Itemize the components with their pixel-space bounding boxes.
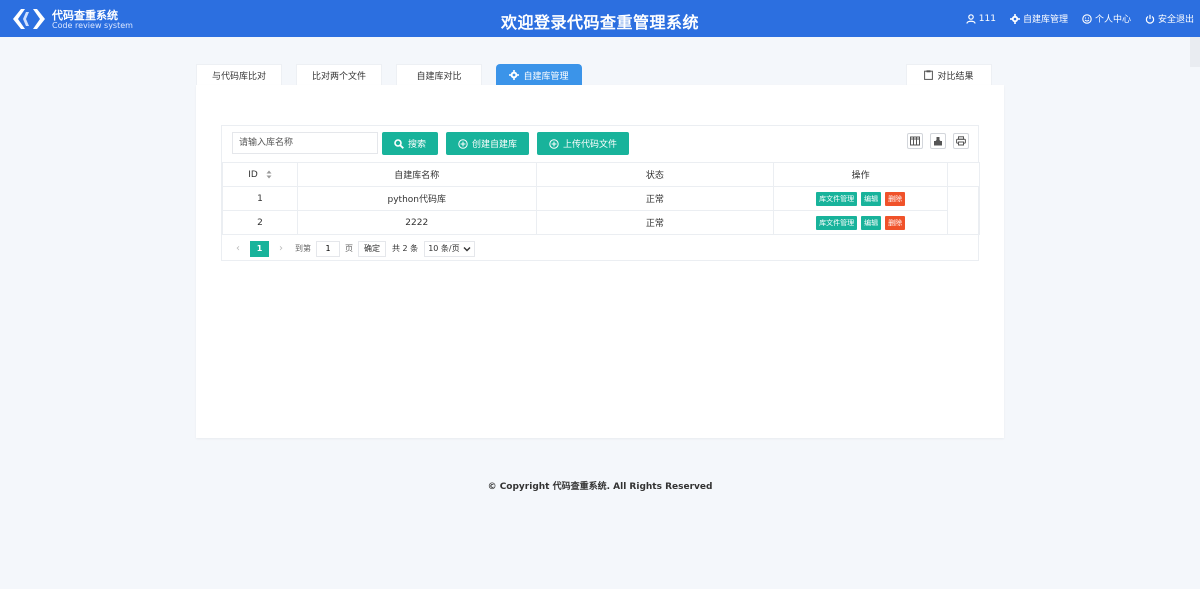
personal-center-label: 个人中心: [1094, 15, 1131, 25]
tab-label: 对比结果: [937, 71, 974, 82]
pagination: ‹ 1 › 到第 页 确定 共 2 条 10 条/页: [232, 240, 475, 257]
goto-confirm-button[interactable]: 确定: [358, 240, 386, 257]
cell-id: 1: [222, 186, 298, 211]
tab-label: 自建库管理: [523, 71, 569, 82]
tab-compare-two-files[interactable]: 比对两个文件: [296, 64, 382, 85]
column-header-status: 状态: [535, 162, 775, 187]
printer-icon: [956, 136, 966, 146]
tab-custom-repo-manage[interactable]: 自建库管理: [496, 64, 582, 85]
tab-custom-repo-compare[interactable]: 自建库对比: [396, 64, 482, 85]
plus-circle-icon: [549, 138, 559, 149]
delete-button[interactable]: 删除: [885, 191, 906, 206]
cell-name: 2222: [296, 210, 537, 235]
page-label: 页: [345, 244, 353, 253]
delete-button[interactable]: 删除: [885, 215, 906, 230]
plus-circle-icon: [458, 138, 468, 149]
power-icon: [1145, 14, 1155, 24]
upload-code-button-label: 上传代码文件: [562, 140, 617, 150]
manage-files-button[interactable]: 库文件管理: [816, 215, 858, 230]
cell-actions: 库文件管理 编辑 删除: [773, 210, 949, 235]
search-button-label: 搜索: [407, 140, 426, 150]
column-header-spacer: [947, 162, 980, 187]
tab-compare-results[interactable]: 对比结果: [906, 64, 992, 85]
search-icon: [394, 138, 404, 149]
table-row: 1 python代码库 正常 库文件管理 编辑 删除: [222, 186, 980, 235]
columns-icon: [910, 136, 920, 146]
personal-center-link[interactable]: 个人中心: [1082, 12, 1131, 25]
cell-actions: 库文件管理 编辑 删除: [773, 186, 949, 211]
clipboard-icon: [924, 70, 934, 80]
edit-button[interactable]: 编辑: [861, 191, 882, 206]
create-repo-button[interactable]: 创建自建库: [446, 132, 529, 155]
smile-icon: [1082, 13, 1092, 24]
cell-status: 正常: [535, 186, 775, 211]
page-size-select[interactable]: 10 条/页: [424, 240, 475, 257]
search-button[interactable]: 搜索: [382, 132, 438, 155]
user-name: 111: [978, 13, 996, 24]
column-header-id[interactable]: ID: [222, 162, 298, 187]
tab-label: 比对两个文件: [311, 71, 366, 82]
repo-name-search-input[interactable]: [232, 132, 378, 154]
export-icon: [934, 137, 942, 146]
goto-page-input[interactable]: [316, 240, 340, 257]
content-panel: 搜索 创建自建库 上传代码文件 ID: [196, 85, 1004, 438]
next-page-icon[interactable]: ›: [275, 243, 287, 254]
user-menu[interactable]: 111: [966, 14, 996, 24]
goto-label: 到第: [295, 244, 311, 253]
tab-label: 与代码库比对: [211, 71, 266, 82]
column-header-name: 自建库名称: [296, 162, 537, 187]
footer-copyright: © Copyright 代码查重系统. All Rights Reserved: [487, 482, 713, 492]
cell-id: 2: [222, 210, 298, 235]
export-button[interactable]: [930, 133, 946, 149]
repo-table-card: 搜索 创建自建库 上传代码文件 ID: [221, 125, 980, 261]
chevron-down-icon: [463, 246, 471, 251]
prev-page-icon[interactable]: ‹: [232, 243, 244, 254]
cell-spacer: [947, 186, 980, 235]
edit-button[interactable]: 编辑: [861, 215, 882, 230]
sort-icon[interactable]: [266, 170, 272, 179]
cell-status: 正常: [535, 210, 775, 235]
current-page[interactable]: 1: [250, 240, 269, 257]
repo-manage-label: 自建库管理: [1022, 15, 1068, 25]
page-size-value: 10 条/页: [428, 244, 460, 253]
tab-label: 自建库对比: [416, 71, 462, 82]
logout-label: 安全退出: [1157, 15, 1194, 25]
gear-icon: [509, 70, 520, 80]
user-icon: [966, 13, 976, 24]
header-menu: 111 自建库管理 个人中心 安全退出: [952, 12, 1194, 25]
repo-table: ID 自建库名称 状态 操作 1 python代码库 正常 库文件管理 编辑 删除: [222, 162, 980, 235]
column-header-actions: 操作: [773, 162, 949, 187]
repo-manage-link[interactable]: 自建库管理: [1009, 12, 1068, 25]
gear-icon: [1009, 13, 1020, 24]
manage-files-button[interactable]: 库文件管理: [816, 191, 858, 206]
columns-filter-button[interactable]: [907, 133, 923, 149]
cell-name: python代码库: [296, 186, 537, 211]
total-count: 共 2 条: [392, 244, 419, 253]
logout-link[interactable]: 安全退出: [1145, 12, 1194, 25]
upload-code-button[interactable]: 上传代码文件: [537, 132, 629, 155]
print-button[interactable]: [953, 133, 969, 149]
scrollbar[interactable]: [1190, 37, 1200, 67]
tab-compare-repo[interactable]: 与代码库比对: [196, 64, 282, 85]
table-header-row: ID 自建库名称 状态 操作: [222, 162, 980, 187]
create-repo-button-label: 创建自建库: [471, 140, 517, 150]
top-header: 代码查重系统 Code review system 欢迎登录代码查重管理系统 1…: [0, 0, 1200, 37]
column-header-label: ID: [248, 169, 258, 180]
table-row: 2 2222 正常 库文件管理 编辑 删除: [222, 210, 980, 235]
